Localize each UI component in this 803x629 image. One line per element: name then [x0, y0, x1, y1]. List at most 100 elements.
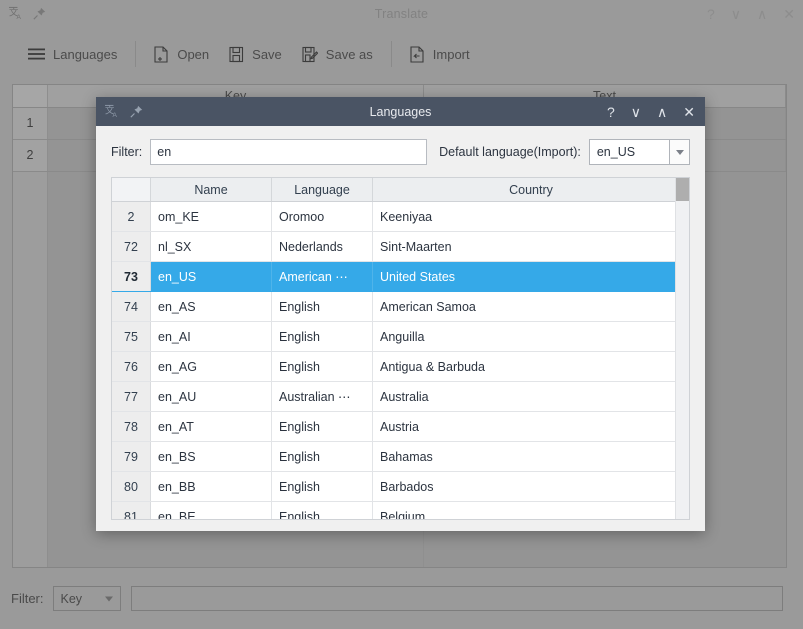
cell-name[interactable]: en_US: [150, 261, 272, 292]
languages-dialog: 文 A Languages ? ∨ ∧ ✕ Filter: en Default…: [96, 97, 705, 531]
row-number: 79: [112, 441, 151, 472]
languages-table-scrollbar[interactable]: [675, 178, 689, 519]
cell-language[interactable]: American ⋯: [271, 261, 373, 292]
cell-language[interactable]: Australian ⋯: [271, 381, 373, 412]
cell-name[interactable]: en_AG: [150, 351, 272, 382]
maximize-button[interactable]: ∧: [657, 105, 667, 119]
import-button[interactable]: Import: [400, 42, 480, 67]
cell-name[interactable]: en_BB: [150, 471, 272, 502]
import-button-label: Import: [432, 46, 470, 62]
help-button[interactable]: ?: [607, 105, 615, 119]
main-window-title: Translate: [374, 6, 429, 21]
main-table-corner: [13, 85, 48, 107]
save-as-button[interactable]: Save as: [292, 42, 383, 67]
table-row[interactable]: 79 en_BS English Bahamas: [112, 441, 689, 472]
row-number: 76: [112, 351, 151, 382]
cell-name[interactable]: en_AI: [150, 321, 272, 352]
open-button[interactable]: Open: [144, 42, 219, 67]
cell-name[interactable]: en_BE: [150, 501, 272, 519]
chevron-down-icon: [675, 149, 684, 155]
cell-country[interactable]: Barbados: [372, 471, 689, 502]
table-row[interactable]: 81 en_BE English Belgium: [112, 501, 689, 519]
toolbar-separator: [135, 41, 137, 67]
cell-country[interactable]: United States: [372, 261, 689, 292]
close-button[interactable]: ✕: [783, 7, 795, 21]
cell-country[interactable]: Australia: [372, 381, 689, 412]
table-row-selected[interactable]: 73 en_US American ⋯ United States: [112, 261, 689, 292]
default-language-combo[interactable]: en_US: [588, 139, 671, 165]
dialog-filter-row: Filter: Default language(Import): en_US: [96, 126, 705, 177]
save-button[interactable]: Save: [219, 42, 292, 67]
table-row[interactable]: 75 en_AI English Anguilla: [112, 321, 689, 352]
column-country[interactable]: Country: [372, 178, 689, 202]
languages-table-wrapper[interactable]: Name Language Country 2 om_KE Oromoo Kee…: [111, 177, 690, 520]
maximize-button[interactable]: ∧: [757, 7, 767, 21]
languages-button-label: Languages: [53, 46, 118, 62]
cell-name[interactable]: om_KE: [150, 201, 272, 232]
save-button-label: Save: [252, 46, 282, 62]
cell-language[interactable]: English: [271, 291, 373, 322]
cell-country[interactable]: American Samoa: [372, 291, 689, 322]
cell-language[interactable]: English: [271, 321, 373, 352]
languages-button[interactable]: Languages: [18, 43, 127, 66]
save-as-button-label: Save as: [325, 46, 373, 62]
languages-table: Name Language Country 2 om_KE Oromoo Kee…: [112, 178, 689, 519]
help-button[interactable]: ?: [707, 7, 715, 21]
cell-language[interactable]: English: [271, 351, 373, 382]
minimize-button[interactable]: ∨: [631, 105, 641, 119]
cell-country[interactable]: Keeniyaa: [372, 201, 689, 232]
column-name[interactable]: Name: [150, 178, 272, 202]
table-row[interactable]: 2 om_KE Oromoo Keeniyaa: [112, 201, 689, 232]
cell-name[interactable]: nl_SX: [150, 231, 272, 262]
dialog-filter-label: Filter:: [111, 145, 143, 159]
main-titlebar-buttons: ? ∨ ∧ ✕: [707, 7, 795, 21]
cell-language[interactable]: English: [271, 471, 373, 502]
cell-name[interactable]: en_AS: [150, 291, 272, 322]
cell-country[interactable]: Antigua & Barbuda: [372, 351, 689, 382]
main-table-empty-rowheader: [13, 172, 48, 567]
column-rowheader: [112, 178, 151, 202]
cell-language[interactable]: English: [271, 501, 373, 519]
default-language-combo-button[interactable]: [670, 139, 690, 165]
row-number: 1: [13, 108, 48, 139]
cell-country[interactable]: Sint-Maarten: [372, 231, 689, 262]
main-toolbar: Languages Open Save Save as Import: [0, 27, 803, 81]
cell-country[interactable]: Austria: [372, 411, 689, 442]
minimize-button[interactable]: ∨: [731, 7, 741, 21]
cell-language[interactable]: English: [271, 441, 373, 472]
table-row[interactable]: 74 en_AS English American Samoa: [112, 291, 689, 322]
cell-name[interactable]: en_AT: [150, 411, 272, 442]
table-row[interactable]: 78 en_AT English Austria: [112, 411, 689, 442]
scrollbar-thumb[interactable]: [676, 178, 689, 201]
cell-name[interactable]: en_AU: [150, 381, 272, 412]
column-language[interactable]: Language: [271, 178, 373, 202]
cell-country[interactable]: Anguilla: [372, 321, 689, 352]
chevron-down-icon: [104, 596, 113, 601]
bottom-filter-combo[interactable]: Key: [52, 586, 121, 611]
document-import-icon: [410, 45, 425, 63]
bottom-filter-combo-value: Key: [60, 591, 83, 606]
dialog-filter-input[interactable]: [150, 139, 428, 165]
cell-language[interactable]: Nederlands: [271, 231, 373, 262]
table-row[interactable]: 77 en_AU Australian ⋯ Australia: [112, 381, 689, 412]
floppy-disk-icon: [229, 46, 244, 63]
hamburger-menu-icon: [28, 47, 45, 61]
row-number: 72: [112, 231, 151, 262]
table-row[interactable]: 80 en_BB English Barbados: [112, 471, 689, 502]
cell-country[interactable]: Bahamas: [372, 441, 689, 472]
row-number: 78: [112, 411, 151, 442]
table-row[interactable]: 72 nl_SX Nederlands Sint-Maarten: [112, 231, 689, 262]
cell-language[interactable]: English: [271, 411, 373, 442]
row-number: 73: [112, 261, 151, 292]
close-button[interactable]: ✕: [683, 105, 695, 119]
bottom-filter-input[interactable]: [130, 586, 783, 611]
cell-language[interactable]: Oromoo: [271, 201, 373, 232]
open-button-label: Open: [177, 46, 210, 62]
toolbar-separator-2: [390, 41, 392, 67]
row-number: 74: [112, 291, 151, 322]
row-number: 80: [112, 471, 151, 502]
table-row[interactable]: 76 en_AG English Antigua & Barbuda: [112, 351, 689, 382]
cell-name[interactable]: en_BS: [150, 441, 272, 472]
dialog-body: Filter: Default language(Import): en_US …: [96, 126, 705, 531]
cell-country[interactable]: Belgium: [372, 501, 689, 519]
